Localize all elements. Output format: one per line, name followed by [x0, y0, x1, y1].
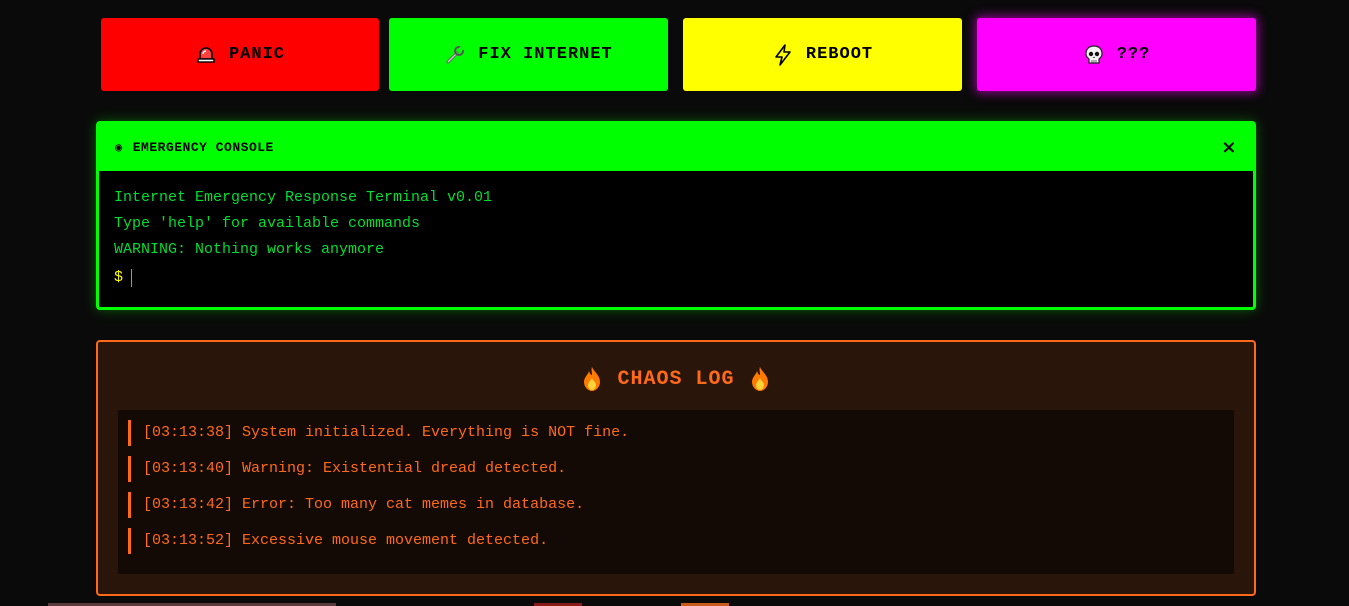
console-header: ◉ EMERGENCY CONSOLE ×	[99, 124, 1253, 171]
log-entry: [03:13:40] Warning: Existential dread de…	[128, 456, 1234, 482]
siren-icon	[195, 44, 217, 66]
mystery-button[interactable]: ???	[977, 18, 1256, 91]
chaos-log-heading: CHAOS LOG	[98, 366, 1254, 392]
console-input[interactable]	[132, 269, 1033, 287]
lightning-icon	[772, 43, 794, 66]
panic-button[interactable]: PANIC	[101, 18, 379, 91]
emergency-console: ◉ EMERGENCY CONSOLE × Internet Emergency…	[96, 121, 1256, 310]
reboot-button-label: REBOOT	[805, 45, 874, 64]
console-line: WARNING: Nothing works anymore	[114, 241, 385, 258]
console-prompt: $	[114, 269, 124, 286]
wrench-icon	[444, 44, 466, 66]
console-title: EMERGENCY CONSOLE	[132, 140, 274, 155]
log-entry: [03:13:38] System initialized. Everythin…	[128, 420, 1234, 446]
page: PANIC FIX INTERNET REBOOT ??? ◉ EMERGENC…	[0, 0, 1349, 606]
reboot-button[interactable]: REBOOT	[683, 18, 962, 91]
skull-icon	[1083, 44, 1105, 66]
close-icon[interactable]: ×	[1221, 138, 1237, 157]
console-output: Internet Emergency Response Terminal v0.…	[99, 171, 1253, 291]
fire-icon	[749, 366, 771, 392]
fire-icon	[581, 366, 603, 392]
panic-button-label: PANIC	[228, 45, 285, 64]
chaos-log-panel: CHAOS LOG [03:13:38] System initialized.…	[96, 340, 1256, 596]
status-dot-icon: ◉	[115, 141, 123, 155]
fix-internet-button-label: FIX INTERNET	[478, 45, 613, 64]
log-entry: [03:13:42] Error: Too many cat memes in …	[128, 492, 1234, 518]
console-line: Internet Emergency Response Terminal v0.…	[114, 189, 493, 206]
action-buttons: PANIC FIX INTERNET REBOOT ???	[101, 18, 1256, 91]
fix-internet-button[interactable]: FIX INTERNET	[389, 18, 668, 91]
console-prompt-line: $	[114, 265, 1238, 291]
log-entry: [03:13:52] Excessive mouse movement dete…	[128, 528, 1234, 554]
chaos-log-list: [03:13:38] System initialized. Everythin…	[118, 410, 1234, 574]
mystery-button-label: ???	[1116, 45, 1151, 64]
chaos-log-title: CHAOS LOG	[617, 367, 735, 391]
console-line: Type 'help' for available commands	[114, 215, 421, 232]
